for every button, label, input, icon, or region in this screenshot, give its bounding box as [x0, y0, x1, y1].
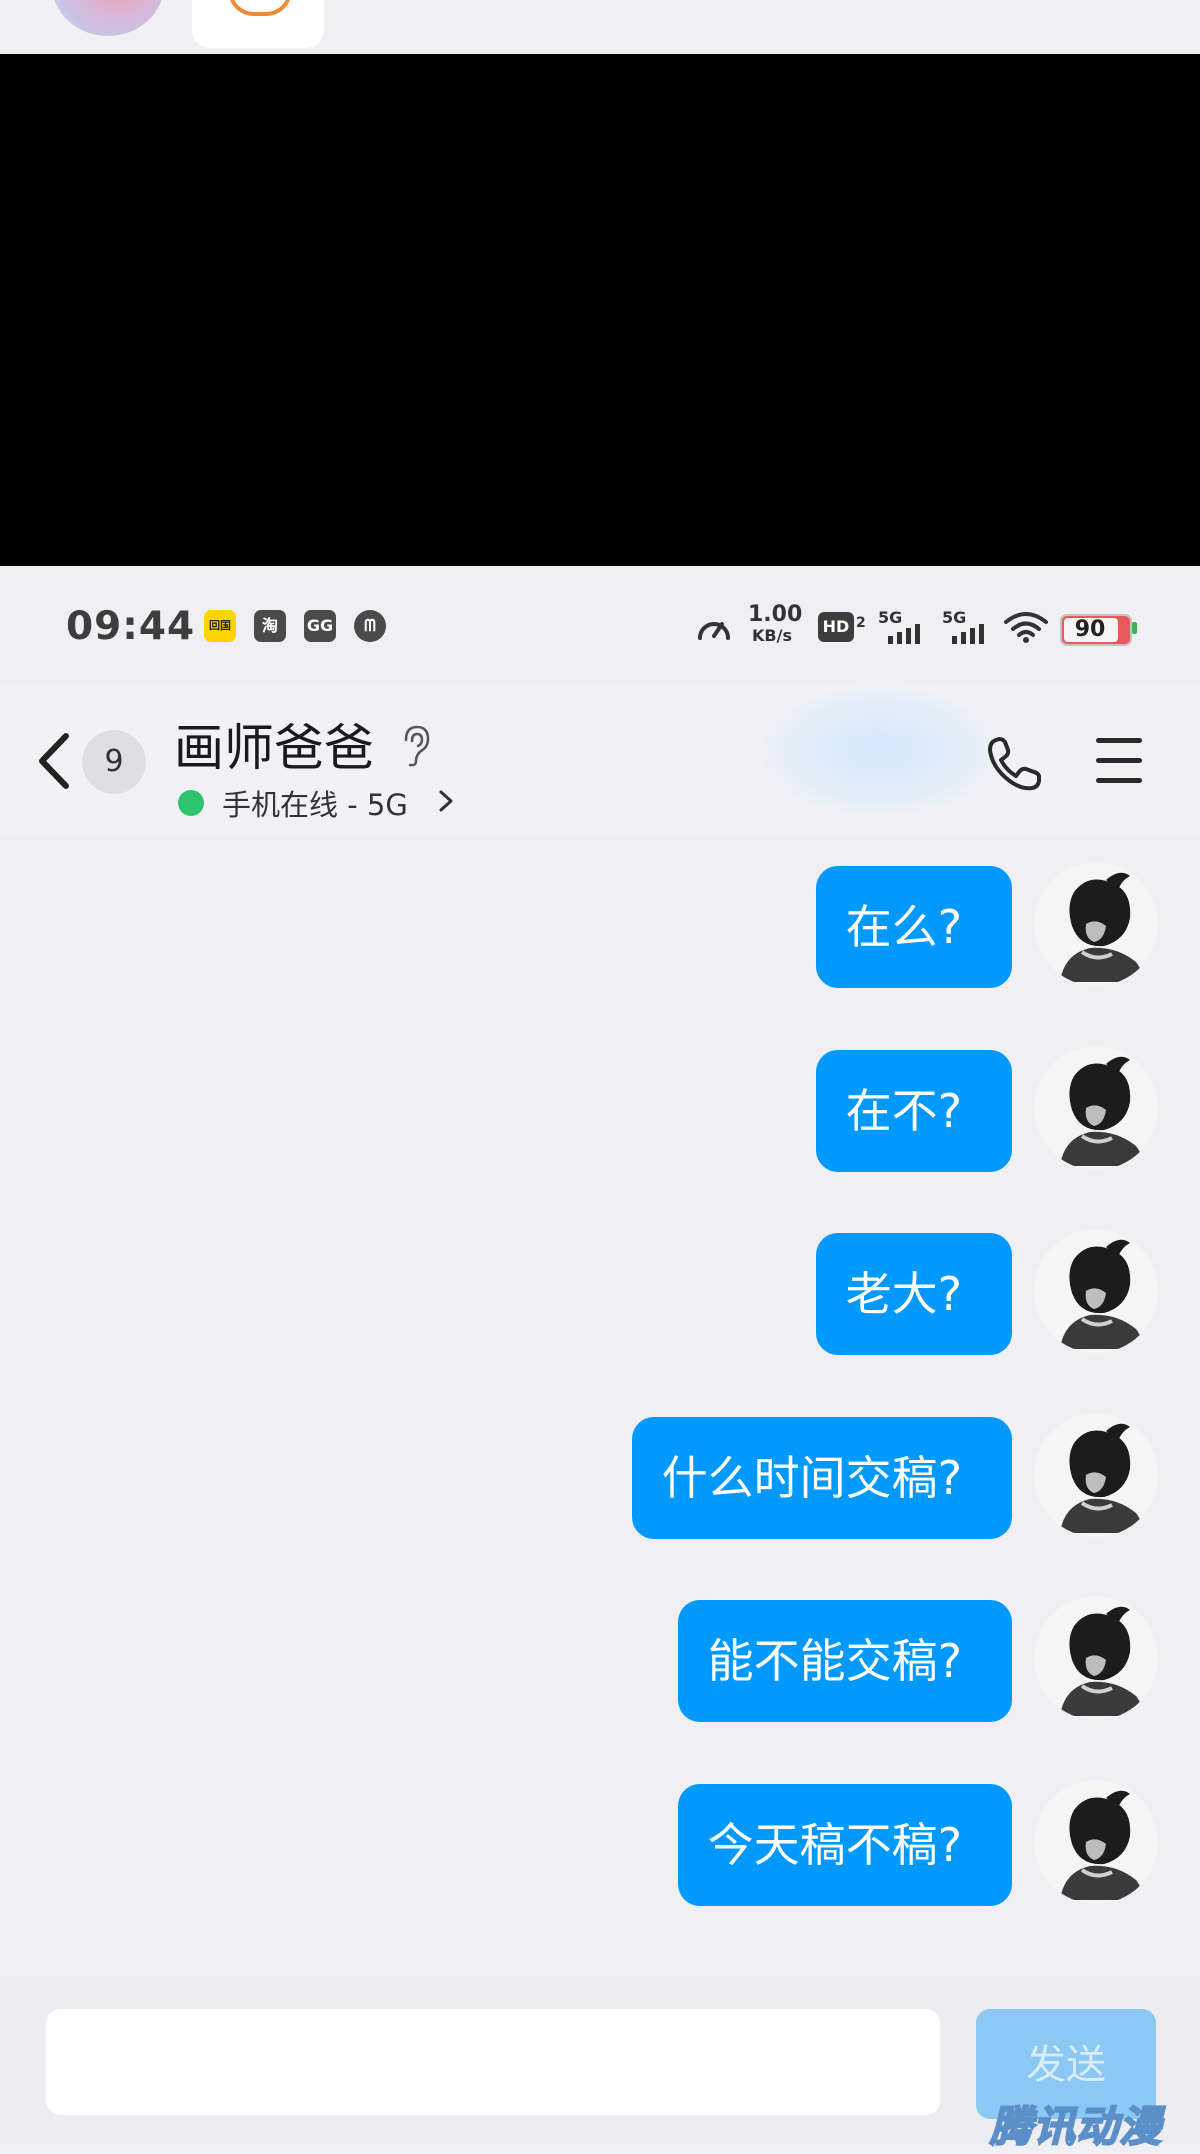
- message-input[interactable]: [46, 2009, 940, 2115]
- battery-percent: 90: [1074, 617, 1106, 642]
- status-bar: 09:44 回国 淘 GG ᗰ 1.00 KB/s HD 2 5G 5G 90: [0, 566, 1200, 686]
- speed-gauge-icon: [698, 622, 730, 640]
- network-speed-value: 1.00: [748, 602, 803, 627]
- message-row: 今天稿不稿?: [0, 1780, 1200, 1908]
- avatar[interactable]: [1034, 1229, 1158, 1353]
- sim1-signal-icon: [888, 618, 928, 644]
- sim2-signal-icon: [952, 618, 992, 644]
- message-bubble[interactable]: 老大?: [815, 1233, 1012, 1355]
- avatar[interactable]: [1034, 1596, 1158, 1720]
- background-avatar: [52, 0, 164, 36]
- notification-app-icon: 回国: [204, 610, 236, 642]
- background-app-strip: [0, 0, 1200, 54]
- unread-count-badge[interactable]: 9: [82, 730, 146, 794]
- online-status-dot: [178, 790, 204, 816]
- avatar[interactable]: [1034, 862, 1158, 986]
- message-bubble[interactable]: 能不能交稿?: [677, 1600, 1012, 1722]
- chat-header: 9 画师爸爸 手机在线 - 5G: [0, 686, 1200, 836]
- message-bubble[interactable]: 什么时间交稿?: [631, 1417, 1012, 1539]
- avatar[interactable]: [1034, 1780, 1158, 1904]
- message-bubble[interactable]: 在不?: [815, 1050, 1012, 1172]
- contact-name[interactable]: 画师爸爸: [174, 708, 374, 780]
- black-cover-band: [0, 54, 1200, 566]
- hd-voice-badge: HD: [818, 612, 854, 642]
- message-bubble[interactable]: 今天稿不稿?: [677, 1784, 1012, 1906]
- message-row: 老大?: [0, 1229, 1200, 1357]
- message-bubble[interactable]: 在么?: [815, 866, 1012, 988]
- hd-voice-sim: 2: [856, 615, 866, 631]
- avatar[interactable]: [1034, 1046, 1158, 1170]
- phone-icon[interactable]: [982, 732, 1046, 796]
- back-chevron-icon[interactable]: [30, 726, 78, 796]
- online-status-text[interactable]: 手机在线 - 5G: [222, 782, 408, 824]
- status-time: 09:44: [66, 604, 196, 649]
- taobao-app-icon: 淘: [254, 610, 286, 642]
- sticker-mark-icon: [228, 0, 292, 16]
- message-row: 能不能交稿?: [0, 1596, 1200, 1724]
- notification-app-icon: GG: [304, 610, 336, 642]
- message-row: 什么时间交稿?: [0, 1413, 1200, 1541]
- network-speed-unit: KB/s: [752, 626, 792, 645]
- message-row: 在不?: [0, 1046, 1200, 1174]
- menu-icon[interactable]: [1092, 736, 1146, 786]
- battery-tip: [1132, 622, 1137, 634]
- avatar[interactable]: [1034, 1413, 1158, 1537]
- chat-screen: 09:44 回国 淘 GG ᗰ 1.00 KB/s HD 2 5G 5G 90 …: [0, 566, 1200, 2152]
- message-list[interactable]: 在么? 在不? 老大? 什么时间交稿? 能不能交稿? 今天稿不稿?: [0, 862, 1200, 1976]
- header-glow: [760, 686, 1000, 816]
- watermark-logo: 腾讯动漫: [989, 2101, 1163, 2152]
- message-row: 在么?: [0, 862, 1200, 990]
- ear-icon[interactable]: [400, 724, 432, 768]
- battery-indicator: 90: [1060, 614, 1132, 646]
- wifi-icon: [1004, 612, 1048, 643]
- chevron-right-icon[interactable]: [436, 786, 456, 816]
- message-input-bar: 发送 腾讯动漫: [0, 1977, 1200, 2152]
- background-sticker-thumb: [192, 0, 324, 48]
- notification-app-icon: ᗰ: [354, 610, 386, 642]
